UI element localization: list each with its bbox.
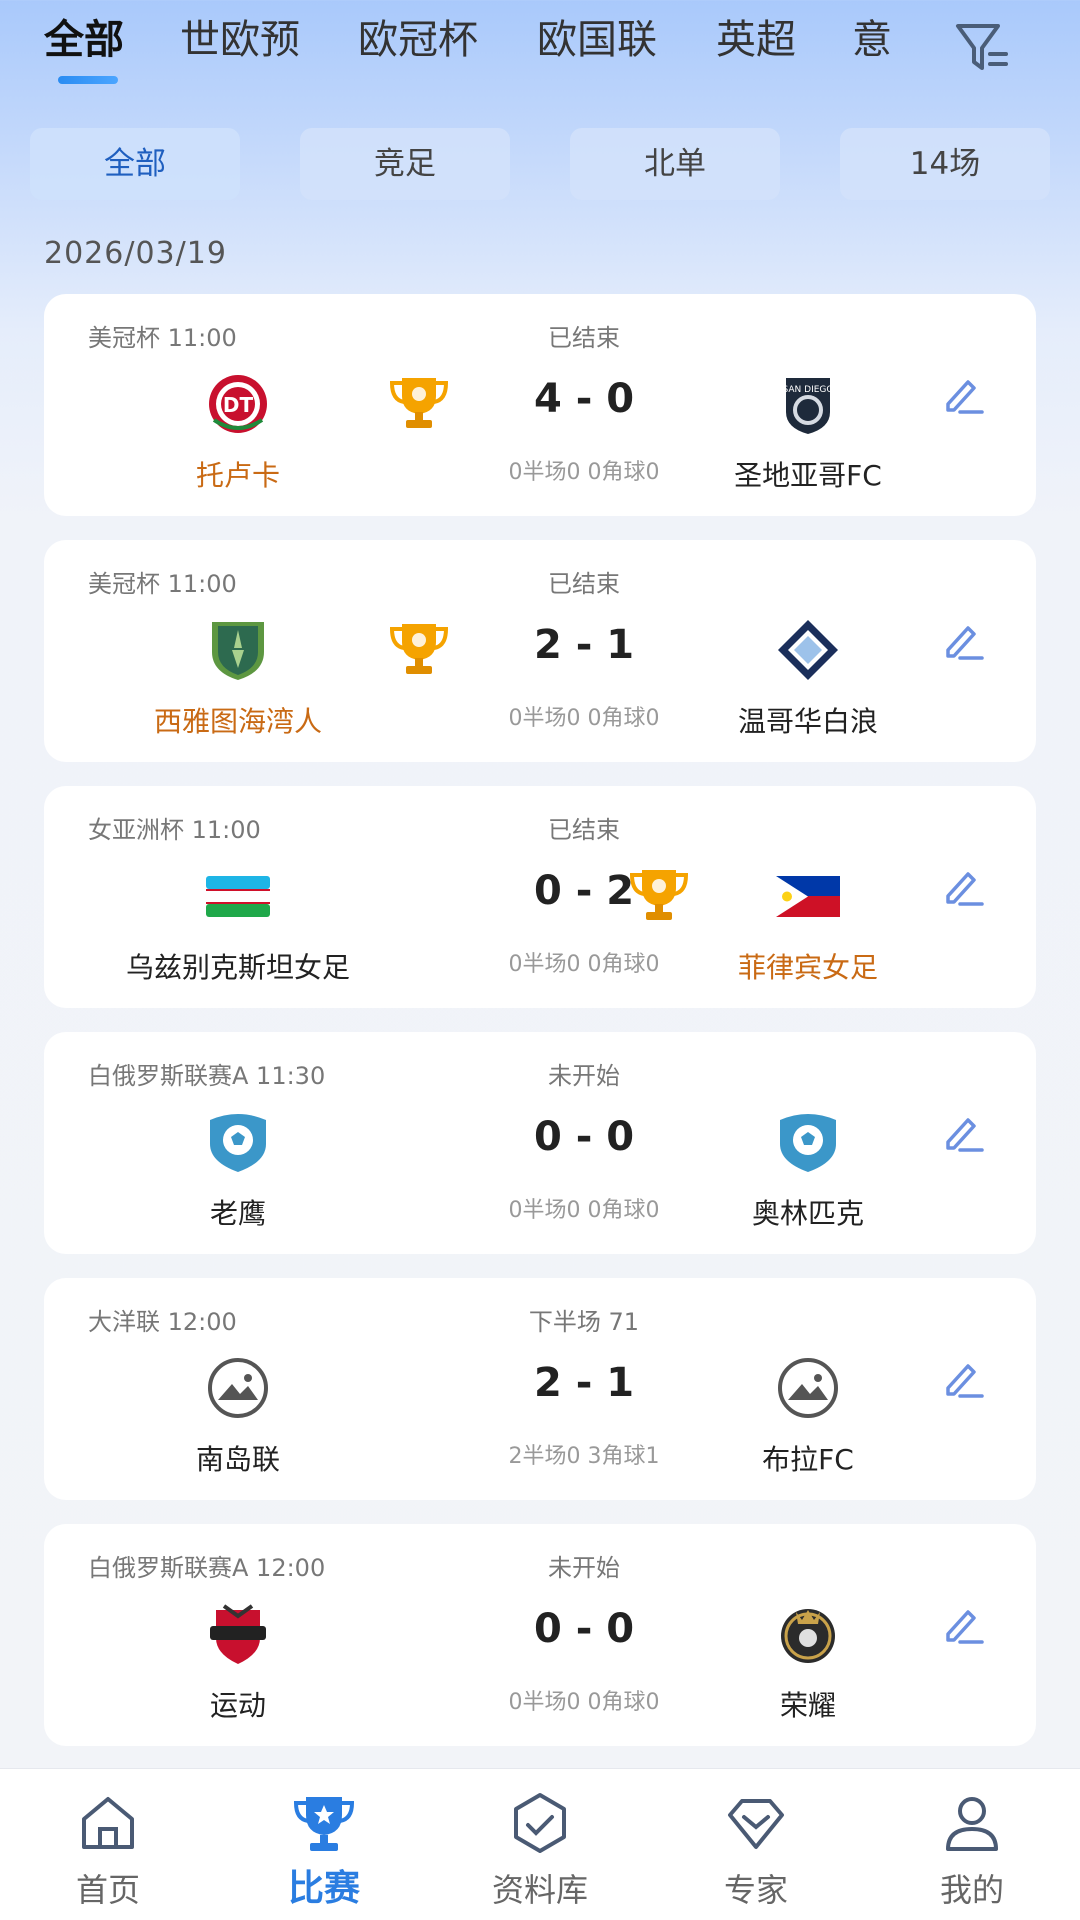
filter-icon[interactable] [952,18,1012,78]
nav-home[interactable]: 首页 [0,1769,216,1920]
match-status: 已结束 [548,570,620,598]
uzbekistan-flag-icon [206,876,270,917]
score: 2 - 1 [533,1360,635,1406]
nav-profile[interactable]: 我的 [864,1769,1080,1920]
match-card[interactable]: 美冠杯 11:00 已结束 西雅图海湾人 2 - 1 0半场0 0角球0 温哥华… [44,540,1036,762]
nav-label: 比赛 [287,1868,360,1909]
nav-label: 首页 [75,1871,140,1909]
league-time: 大洋联 12:00 [88,1308,237,1336]
chip-jingzu[interactable]: 竞足 [300,128,510,200]
trophy-icon [389,378,449,428]
match-card[interactable]: 白俄罗斯联赛A 11:30 未开始 老鹰 0 - 0 0半场0 0角球0 奥林匹… [44,1032,1036,1254]
vancouver-crest-icon [778,620,838,680]
league-time: 美冠杯 11:00 [88,324,237,352]
bottom-nav: 首页 比赛 资料库 专家 我的 [0,1768,1080,1920]
home-team-name: 老鹰 [209,1197,266,1230]
league-tab-all[interactable]: 全部 [44,10,124,70]
edit-icon[interactable] [940,1114,986,1154]
user-icon [946,1797,998,1851]
home-team-name: 托卢卡 [195,459,280,492]
league-tabs: 全部 世欧预 欧冠杯 欧国联 英超 意 [0,0,1080,100]
away-team-name: 荣耀 [779,1689,836,1722]
chip-beidan[interactable]: 北单 [570,128,780,200]
match-status: 未开始 [548,1062,620,1090]
nav-label: 我的 [939,1871,1004,1909]
away-team-name: 温哥华白浪 [737,705,878,738]
database-icon [514,1793,566,1853]
tab-indicator [58,76,118,84]
league-time: 美冠杯 11:00 [88,570,237,598]
nav-database[interactable]: 资料库 [432,1769,648,1920]
score: 4 - 0 [533,376,635,422]
league-tab-premier-league[interactable]: 英超 [716,10,796,70]
league-time: 白俄罗斯联赛A 11:30 [88,1062,326,1090]
away-team-name: 圣地亚哥FC [734,459,882,492]
home-team-name: 西雅图海湾人 [153,705,322,738]
nav-label: 资料库 [491,1871,588,1909]
match-card[interactable]: 大洋联 12:00 下半场 71 南岛联 2 - 1 2半场0 3角球1 布拉F… [44,1278,1036,1500]
score: 0 - 0 [533,1606,635,1652]
match-card[interactable]: 美冠杯 11:00 已结束 DT 托卢卡 4 - 0 0半场0 0角球0 SAN… [44,294,1036,516]
away-team-name: 菲律宾女足 [737,951,878,984]
match-status: 已结束 [548,816,620,844]
football-shield-icon [780,1114,836,1172]
nav-experts[interactable]: 专家 [648,1769,864,1920]
match-status: 下半场 71 [528,1308,640,1336]
chip-all[interactable]: 全部 [30,128,240,200]
edit-icon[interactable] [940,1360,986,1400]
toluca-crest-icon: DT [209,375,267,433]
trophy-icon [389,624,449,674]
nav-matches[interactable]: 比赛 [216,1769,432,1920]
match-status: 未开始 [548,1554,620,1582]
match-card[interactable]: 白俄罗斯联赛A 12:00 未开始 运动 0 - 0 0半场0 0角球0 荣耀 [44,1524,1036,1746]
home-team-name: 乌兹别克斯坦女足 [125,951,350,984]
trophy-icon [629,870,689,920]
score: 0 - 0 [533,1114,635,1160]
home-team-name: 运动 [209,1689,266,1722]
glory-crest-icon [781,1609,835,1663]
score: 2 - 1 [533,622,635,668]
away-team-name: 奥林匹克 [751,1197,864,1230]
league-tab-serie-a[interactable]: 意 [852,10,892,70]
football-shield-icon [210,1114,266,1172]
league-tab-nations-league[interactable]: 欧国联 [537,10,657,70]
away-team-name: 布拉FC [762,1443,854,1476]
league-tab-wc-euro-qualifiers[interactable]: 世欧预 [180,10,300,70]
chip-14-matches[interactable]: 14场 [840,128,1050,200]
league-time: 白俄罗斯联赛A 12:00 [88,1554,326,1582]
svg-text:DT: DT [223,393,254,417]
home-icon [82,1797,134,1849]
seattle-crest-icon [212,622,264,680]
diamond-icon [728,1799,784,1849]
image-placeholder-icon [778,1358,838,1418]
match-card[interactable]: 女亚洲杯 11:00 已结束 乌兹别克斯坦女足 0 - 2 0半场0 0角球0 … [44,786,1036,1008]
edit-icon[interactable] [940,868,986,908]
home-team-name: 南岛联 [195,1443,280,1476]
edit-icon[interactable] [940,1606,986,1646]
athletic-crest-icon [210,1604,266,1664]
league-tab-champions-league[interactable]: 欧冠杯 [358,10,478,70]
match-status: 已结束 [548,324,620,352]
edit-icon[interactable] [940,376,986,416]
philippines-flag-icon [776,876,840,917]
san-diego-crest-icon: SAN DIEGO [783,378,834,434]
date-label: 2026/03/19 [44,236,227,271]
edit-icon[interactable] [940,622,986,662]
trophy-star-icon [293,1797,355,1851]
nav-label: 专家 [723,1871,788,1909]
svg-text:SAN DIEGO: SAN DIEGO [783,385,834,395]
league-time: 女亚洲杯 11:00 [88,816,261,844]
image-placeholder-icon [208,1358,268,1418]
